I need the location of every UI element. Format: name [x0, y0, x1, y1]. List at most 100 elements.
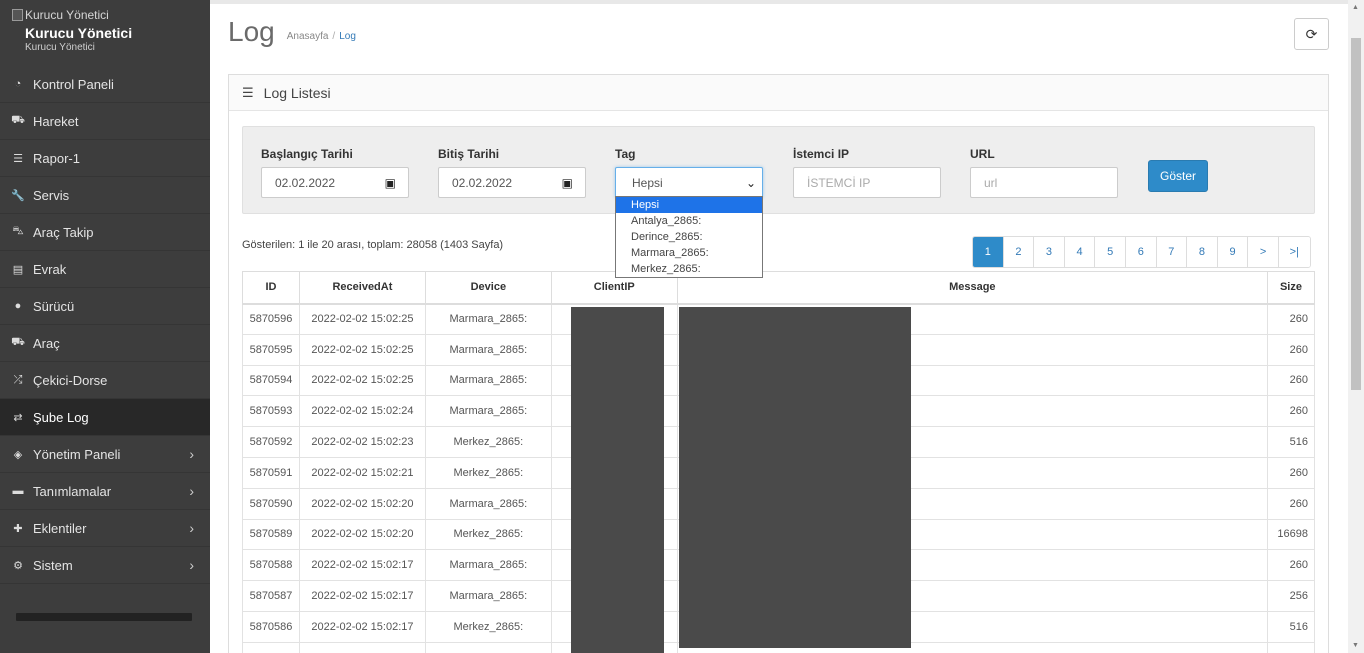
table-cell: 5870590 [242, 487, 300, 520]
table-cell: Marmara_2865: [424, 395, 552, 428]
page-link[interactable]: 2 [1003, 237, 1035, 267]
random-icon: ⤮ [13, 373, 23, 386]
sidebar-item[interactable]: ⇄ Şube Log [0, 399, 210, 436]
breadcrumb-current[interactable]: Log [339, 31, 356, 42]
breadcrumb-home[interactable]: Anasayfa [287, 31, 329, 42]
page-link[interactable]: >| [1278, 237, 1310, 267]
chevron-right-icon: › [189, 446, 194, 462]
refresh-button[interactable]: ⟳ [1294, 18, 1329, 50]
tag-option[interactable]: Derince_2865: [616, 229, 762, 245]
page-title: Log [228, 16, 275, 47]
page-link[interactable]: 9 [1217, 237, 1249, 267]
panel-title: Log Listesi [263, 84, 331, 101]
sidebar-item[interactable]: ⛍ Araç Takip [0, 214, 210, 251]
client-ip-placeholder: İSTEMCİ IP [807, 175, 871, 190]
sidebar-item[interactable]: ☰ Rapor-1 [0, 140, 210, 177]
scrollbar-thumb[interactable] [1351, 38, 1361, 390]
sidebar-item[interactable]: ⛟ Araç [0, 325, 210, 362]
table-cell: Marmara_2865: [424, 580, 552, 612]
table-cell: 2022-02-02 15:02:25 [298, 333, 426, 366]
sidebar-item[interactable]: ▤ Evrak [0, 251, 210, 288]
page-link[interactable]: 4 [1064, 237, 1096, 267]
table-cell: 2022-02-02 15:02:23 [298, 426, 426, 458]
scroll-up-icon[interactable]: ▲ [1352, 4, 1359, 11]
page-link[interactable]: > [1248, 237, 1279, 267]
column-header[interactable]: Device [424, 271, 552, 305]
client-ip-group: İstemci IP İSTEMCİ IP [793, 147, 941, 198]
start-date-input[interactable]: 02.02.2022 ▣ [261, 167, 409, 198]
table-cell: Merkez_2865: [424, 518, 552, 551]
url-input[interactable]: url [970, 167, 1118, 198]
sidebar-item[interactable]: ✚ Eklentiler › [0, 510, 210, 547]
list-icon: ☰ [242, 84, 254, 100]
table-cell: 2022-02-02 15:02:20 [298, 487, 426, 520]
sidebar-item[interactable]: ▬ Tanımlamalar › [0, 473, 210, 510]
calendar-icon[interactable]: ▣ [385, 176, 396, 190]
start-date-value: 02.02.2022 [275, 175, 336, 190]
column-header[interactable]: ID [242, 271, 300, 305]
url-label: URL [970, 147, 995, 161]
breadcrumb: Anasayfa / Log [287, 31, 356, 42]
gear-icon: ⚙ [13, 559, 23, 572]
exchange-icon: ⇄ [13, 411, 23, 424]
page-link[interactable]: 7 [1156, 237, 1188, 267]
page-link[interactable]: 6 [1125, 237, 1157, 267]
table-cell: Merkez_2865: [424, 610, 552, 643]
page-link[interactable]: 5 [1095, 237, 1126, 267]
table-cell: Marmara_2865: [424, 303, 552, 335]
table-cell: 5870596 [242, 303, 300, 335]
car-icon: ⛍ [12, 225, 24, 237]
sidebar-item[interactable]: ● Sürücü [0, 288, 210, 325]
sidebar-item-label: Yönetim Paneli [33, 446, 121, 462]
page-link[interactable]: 3 [1034, 237, 1065, 267]
calendar-icon[interactable]: ▣ [562, 176, 573, 190]
brand: Kurucu Yönetici Kurucu Yönetici Kurucu Y… [0, 0, 210, 66]
chevron-down-icon: ⌄ [745, 175, 756, 190]
table-cell: 5870587 [242, 580, 300, 612]
sidebar-item[interactable]: ⚙ Sistem › [0, 547, 210, 584]
sidebar: Kurucu Yönetici Kurucu Yönetici Kurucu Y… [0, 0, 210, 653]
newspaper-icon: ▤ [12, 263, 24, 276]
tag-option[interactable]: Hepsi [616, 197, 762, 213]
table-cell: Marmara_2865: [424, 333, 552, 366]
end-date-input[interactable]: 02.02.2022 ▣ [438, 167, 586, 198]
breadcrumb-separator: / [332, 31, 336, 42]
sidebar-item[interactable]: ⛟ Hareket [0, 103, 210, 140]
sidebar-item[interactable]: ◔ Kontrol Paneli [0, 66, 210, 103]
client-ip-input[interactable]: İSTEMCİ IP [793, 167, 941, 198]
tag-select[interactable]: Hepsi ⌄ [615, 167, 763, 198]
table-cell: 516 [1266, 426, 1316, 458]
table-cell: 5870591 [242, 456, 300, 489]
page-scrollbar[interactable]: ▲ ▼ [1348, 0, 1364, 653]
chevron-right-icon: › [189, 520, 194, 536]
sidebar-item[interactable]: ⤮ Çekici-Dorse [0, 362, 210, 399]
table-cell: 2022-02-02 15:02:25 [298, 303, 426, 335]
sidebar-scrollbar[interactable] [16, 613, 192, 621]
table-cell: 5870593 [242, 395, 300, 428]
sidebar-item-label: Tanımlamalar [33, 483, 112, 499]
tag-option[interactable]: Marmara_2865: [616, 245, 762, 261]
table-cell: 2022-02-02 15:02:17 [298, 641, 426, 653]
page-link[interactable]: 8 [1187, 237, 1218, 267]
show-button[interactable]: Göster [1148, 160, 1208, 192]
column-header[interactable]: ReceivedAt [298, 271, 426, 305]
sidebar-item[interactable]: 🔧 Servis [0, 177, 210, 214]
truck-icon: ⛟ [11, 114, 25, 126]
sidebar-item-label: Eklentiler [33, 520, 87, 536]
panel-header: ☰ Log Listesi [229, 75, 1328, 111]
tag-option[interactable]: Antalya_2865: [616, 213, 762, 229]
sidebar-item-label: Şube Log [33, 409, 89, 425]
table-cell: 260 [1266, 395, 1316, 428]
sidebar-item[interactable]: ◈ Yönetim Paneli › [0, 436, 210, 473]
table-cell: 2022-02-02 15:02:24 [298, 395, 426, 428]
table-cell: Marmara_2865: [424, 364, 552, 397]
column-header[interactable]: Message [676, 271, 1268, 305]
tag-option[interactable]: Merkez_2865: [616, 261, 762, 277]
page-link[interactable]: 1 [973, 237, 1004, 267]
table-cell: 256 [1266, 580, 1316, 612]
puzzle-icon: ✚ [13, 522, 23, 535]
scroll-down-icon[interactable]: ▼ [1352, 642, 1359, 649]
table-cell: 2022-02-02 15:02:17 [298, 580, 426, 612]
column-header[interactable]: Size [1266, 271, 1316, 305]
table-cell: 5870592 [242, 426, 300, 458]
